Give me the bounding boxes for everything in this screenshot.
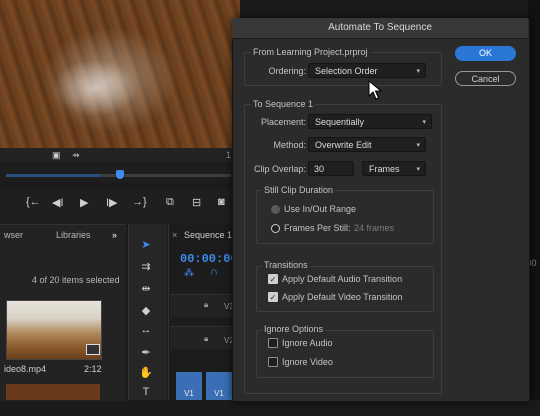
tab-sequence[interactable]: Sequence 1 xyxy=(184,230,232,240)
cancel-button[interactable]: Cancel xyxy=(455,71,516,86)
lock-icon[interactable]: 🔒︎ xyxy=(204,300,208,310)
close-tab-icon[interactable]: × xyxy=(172,230,177,240)
ordering-value: Selection Order xyxy=(315,66,378,76)
clip-type-icon xyxy=(86,344,100,355)
clip-overlap-label: Clip Overlap: xyxy=(253,164,306,174)
export-frame-icon[interactable]: ▣ xyxy=(52,150,61,161)
clip-overlap-input[interactable]: 30 xyxy=(308,161,354,176)
hand-tool-icon[interactable]: ✋ xyxy=(136,366,156,379)
method-value: Overwrite Edit xyxy=(315,140,372,150)
video-transition-checkbox[interactable]: ✓ xyxy=(268,292,278,302)
ordering-select[interactable]: Selection Order ▾ xyxy=(308,63,426,78)
timeline-clip[interactable]: V1 xyxy=(176,372,202,400)
video-transition-label: Apply Default Video Transition xyxy=(282,292,403,302)
timeline-clip[interactable]: V1 xyxy=(206,372,232,400)
camera-icon[interactable]: ◙ xyxy=(218,196,225,208)
still-clip-group xyxy=(256,190,434,244)
insert-icon[interactable]: ⇸ xyxy=(72,150,80,161)
frames-per-still-value[interactable]: 24 frames xyxy=(354,223,394,233)
mouse-cursor-icon xyxy=(368,80,383,100)
play-icon[interactable]: ▶ xyxy=(80,196,88,209)
audio-transition-label: Apply Default Audio Transition xyxy=(282,274,403,284)
ignore-video-checkbox[interactable] xyxy=(268,357,278,367)
ok-button[interactable]: OK xyxy=(455,46,516,61)
selection-tool-icon[interactable]: ➤ xyxy=(136,238,156,251)
tab-browser[interactable]: wser xyxy=(4,230,23,240)
scrub-range xyxy=(6,174,101,177)
frames-per-still-radio[interactable] xyxy=(271,224,280,233)
lift-icon[interactable]: ⧉ xyxy=(166,196,174,209)
mark-out-icon[interactable]: →} xyxy=(132,196,147,208)
track-select-tool-icon[interactable]: ⇉ xyxy=(136,260,156,273)
program-monitor-video xyxy=(0,0,240,148)
chevron-down-icon: ▾ xyxy=(416,68,420,75)
use-in-out-label: Use In/Out Range xyxy=(284,204,357,214)
ignore-audio-label: Ignore Audio xyxy=(282,338,333,348)
monitor-number: 1 xyxy=(226,150,232,160)
clip-overlap-unit-select[interactable]: Frames ▾ xyxy=(362,161,426,176)
tab-libraries[interactable]: Libraries xyxy=(56,230,91,240)
ignore-video-label: Ignore Video xyxy=(282,357,333,367)
placement-label: Placement: xyxy=(260,117,306,127)
placement-select[interactable]: Sequentially ▾ xyxy=(308,114,432,129)
overflow-tabs-icon[interactable]: » xyxy=(112,230,117,240)
nest-icon[interactable]: ⁂ xyxy=(184,268,194,279)
chevron-down-icon: ▾ xyxy=(416,166,420,173)
still-clip-label: Still Clip Duration xyxy=(262,185,336,195)
step-back-icon[interactable]: ◀I xyxy=(52,196,64,209)
ignore-options-label: Ignore Options xyxy=(262,324,326,334)
clip-thumbnail-next[interactable] xyxy=(6,384,100,400)
monitor-controls-bar xyxy=(0,148,240,162)
from-group-label: From Learning Project.prproj xyxy=(251,47,370,57)
frames-per-still-label: Frames Per Still: xyxy=(284,223,351,233)
ignore-audio-checkbox[interactable] xyxy=(268,338,278,348)
snap-icon[interactable]: ∩ xyxy=(210,266,218,278)
mark-in-icon[interactable]: {← xyxy=(26,196,41,208)
step-forward-icon[interactable]: I▶ xyxy=(106,196,118,209)
clip-duration: 2:12 xyxy=(84,364,102,374)
transitions-label: Transitions xyxy=(262,260,310,270)
chevron-down-icon: ▾ xyxy=(416,142,420,149)
use-in-out-radio[interactable] xyxy=(271,205,280,214)
type-tool-icon[interactable]: T xyxy=(136,386,156,398)
ripple-edit-tool-icon[interactable]: ⇹ xyxy=(136,282,156,295)
extract-icon[interactable]: ⊟ xyxy=(192,196,201,209)
to-group-label: To Sequence 1 xyxy=(251,99,316,109)
lock-icon[interactable]: 🔒︎ xyxy=(204,334,208,344)
audio-transition-checkbox[interactable]: ✓ xyxy=(268,274,278,284)
method-label: Method: xyxy=(273,140,306,150)
placement-value: Sequentially xyxy=(315,117,365,127)
chevron-down-icon: ▾ xyxy=(422,119,426,126)
items-selected-count: 4 of 20 items selected xyxy=(32,275,120,285)
ordering-label: Ordering: xyxy=(268,66,306,76)
clip-overlap-unit: Frames xyxy=(369,164,400,174)
transitions-group xyxy=(256,266,434,312)
clip-name: ideo8.mp4 xyxy=(4,364,47,374)
slip-tool-icon[interactable]: ↔ xyxy=(136,324,156,336)
playhead-icon[interactable] xyxy=(116,170,124,179)
pen-tool-icon[interactable]: ✒ xyxy=(136,346,156,359)
razor-tool-icon[interactable]: ◆ xyxy=(136,304,156,317)
method-select[interactable]: Overwrite Edit ▾ xyxy=(308,137,426,152)
dialog-title: Automate To Sequence xyxy=(232,18,528,39)
